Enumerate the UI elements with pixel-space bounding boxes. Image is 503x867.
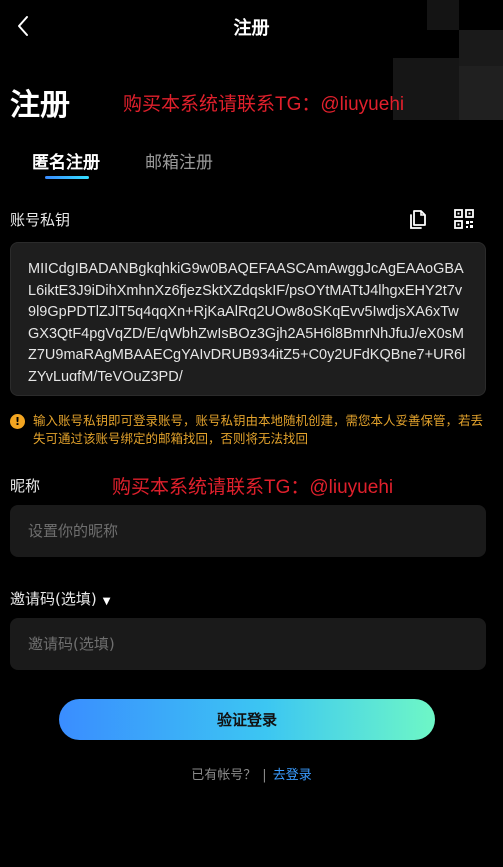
private-key-text[interactable]: MIICdgIBADANBgkqhkiG9w0BAQEFAASCAmAwggJc…	[28, 259, 468, 381]
nickname-input[interactable]	[10, 505, 486, 557]
footer-separator: |	[262, 768, 267, 783]
nickname-field	[10, 505, 486, 557]
tab-email-register[interactable]: 邮箱注册	[145, 148, 213, 173]
have-account-text: 已有帐号？	[191, 768, 257, 783]
qr-code-icon[interactable]	[453, 208, 475, 230]
copy-icon[interactable]	[407, 208, 429, 230]
private-key-box[interactable]: MIICdgIBADANBgkqhkiG9w0BAQEFAASCAmAwggJc…	[10, 242, 486, 396]
invite-code-input[interactable]	[10, 618, 486, 670]
go-login-link[interactable]: 去登录	[273, 768, 312, 783]
nickname-label: 昵称	[10, 477, 41, 495]
footer: 已有帐号？ | 去登录	[0, 764, 503, 783]
caret-down-icon: ▼	[102, 596, 111, 607]
invite-code-dropdown[interactable]: 邀请码(选填) ▼	[10, 588, 110, 609]
warning-text: 输入账号私钥即可登录账号，账号私钥由本地随机创建，需您本人妥善保管，若丢失可通过…	[33, 413, 484, 446]
page-title: 注册	[10, 88, 70, 123]
invite-code-label: 邀请码(选填)	[10, 590, 97, 608]
private-key-label: 账号私钥	[10, 211, 71, 229]
verify-login-button[interactable]: 验证登录	[59, 699, 435, 740]
invite-code-field	[10, 618, 486, 670]
private-key-warning: ! 输入账号私钥即可登录账号，账号私钥由本地随机创建，需您本人妥善保管，若丢失可…	[10, 412, 495, 448]
tab-anonymous-register[interactable]: 匿名注册	[32, 148, 100, 173]
warning-icon: !	[10, 414, 25, 429]
promo-text: 购买本系统请联系TG：@liuyuehi	[123, 94, 405, 115]
tab-active-indicator	[45, 176, 89, 179]
promo-text-secondary: 购买本系统请联系TG：@liuyuehi	[112, 477, 394, 498]
